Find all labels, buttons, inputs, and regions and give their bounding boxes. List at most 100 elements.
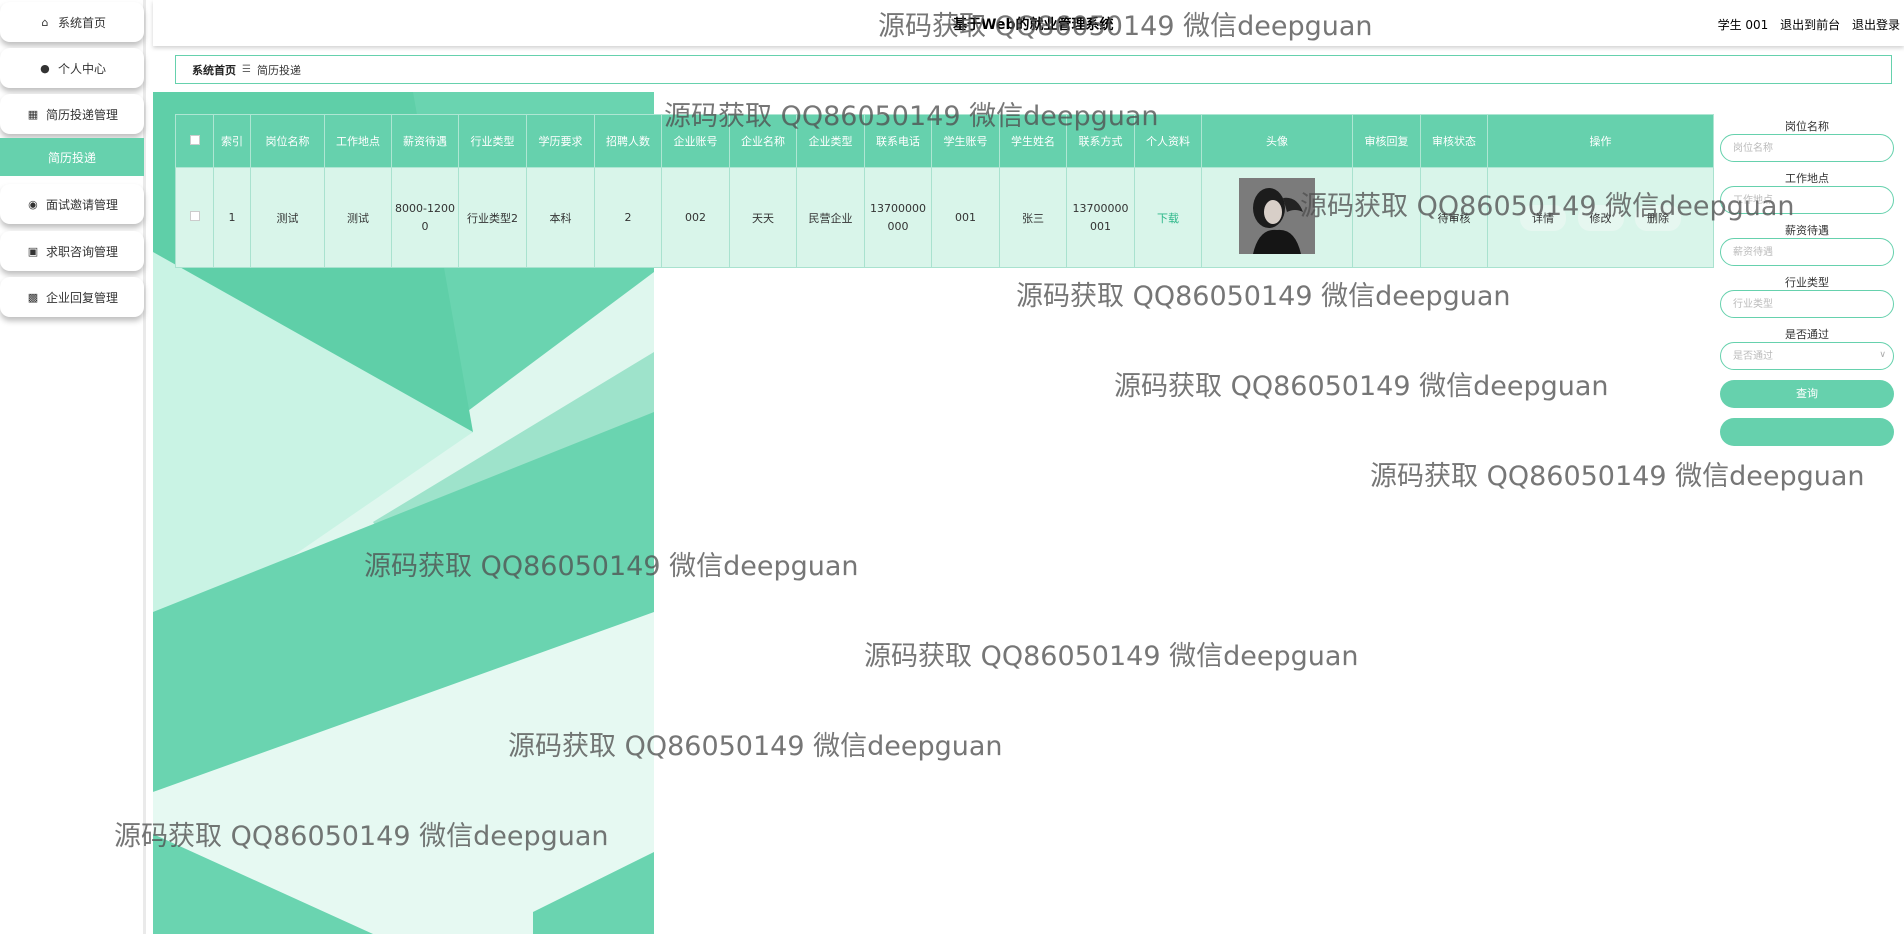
sidebar-item-profile[interactable]: ● 个人中心 (0, 48, 144, 88)
cell-student-name: 张三 (999, 167, 1067, 268)
industry-search-input[interactable] (1720, 290, 1894, 318)
search-label-industry: 行业类型 (1785, 276, 1829, 289)
sidebar-item-label: 面试邀请管理 (45, 197, 118, 212)
sidebar: ⌂ 系统首页 ● 个人中心 ▦ 简历投递管理 简历投递 ◉ 面试邀请管理 ▣ 求… (0, 0, 146, 934)
cell-index: 1 (213, 167, 251, 268)
column-header: 行业类型 (458, 114, 527, 168)
cell-review-status: 待审核 (1420, 167, 1488, 268)
cell-actions: 详情 修改 删除 (1487, 167, 1714, 268)
sidebar-item-resume-submit[interactable]: 简历投递 (0, 138, 144, 176)
sidebar-item-label: 简历投递 (47, 150, 96, 165)
apps-icon: ▣ (27, 244, 39, 258)
cell-phone: 13700000000 (864, 167, 932, 268)
cell-company-name: 天天 (729, 167, 797, 268)
chevron-down-icon: ∨ (1879, 350, 1886, 360)
column-header: 薪资待遇 (391, 114, 459, 168)
sidebar-item-label: 企业回复管理 (45, 290, 118, 305)
search-panel: 岗位名称 工作地点 薪资待遇 行业类型 是否通过 ∨ 查询 (1718, 114, 1896, 446)
column-header: 头像 (1201, 114, 1353, 168)
column-header: 审核状态 (1420, 114, 1488, 168)
edit-button[interactable]: 修改 (1577, 204, 1624, 231)
avatar (1239, 178, 1315, 254)
row-select-cell (175, 167, 214, 268)
cell-location: 测试 (324, 167, 392, 268)
resume-table: 索引 岗位名称 工作地点 薪资待遇 行业类型 学历要求 招聘人数 企业账号 企业… (175, 114, 1714, 268)
cell-contact: 13700000001 (1066, 167, 1135, 268)
watermark-text: 源码获取 QQ86050149 微信deepguan (1016, 281, 1511, 312)
approved-select-input[interactable] (1720, 342, 1894, 370)
column-header: 索引 (213, 114, 251, 168)
building-icon: ▩ (27, 290, 39, 304)
sidebar-item-interview-management[interactable]: ◉ 面试邀请管理 (0, 184, 144, 224)
current-user: 学生 001 (1717, 18, 1769, 32)
column-header: 学生账号 (931, 114, 1000, 168)
cell-education: 本科 (526, 167, 595, 268)
cell-industry: 行业类型2 (458, 167, 527, 268)
user-icon: ● (40, 61, 50, 75)
sidebar-item-consult-management[interactable]: ▣ 求职咨询管理 (0, 231, 144, 271)
detail-button[interactable]: 详情 (1520, 204, 1566, 231)
header-user-area: 学生 001 退出到前台 退出登录 (1710, 16, 1900, 33)
approved-select[interactable]: ∨ (1718, 342, 1896, 370)
sidebar-item-label: 系统首页 (57, 15, 106, 30)
sidebar-item-company-reply[interactable]: ▩ 企业回复管理 (0, 277, 144, 317)
column-header: 企业账号 (661, 114, 730, 168)
watermark-text: 源码获取 QQ86050149 微信deepguan (864, 641, 1359, 672)
pin-icon: ◉ (28, 197, 38, 211)
column-header: 企业类型 (796, 114, 865, 168)
search-label-location: 工作地点 (1785, 172, 1829, 185)
cell-resume: 下载 (1134, 167, 1202, 268)
cell-review-reply (1352, 167, 1421, 268)
breadcrumb-home[interactable]: 系统首页 (192, 62, 236, 78)
watermark-text: 源码获取 QQ86050149 微信deepguan (1114, 371, 1609, 402)
salary-search-input[interactable] (1720, 238, 1894, 266)
sidebar-item-label: 简历投递管理 (45, 107, 118, 122)
select-all-checkbox[interactable] (189, 134, 200, 145)
app-title: 基于Web的就业管理系统 (953, 17, 1114, 33)
sidebar-item-resume-management[interactable]: ▦ 简历投递管理 (0, 94, 144, 134)
back-to-front-link[interactable]: 退出到前台 (1780, 18, 1840, 32)
grid-icon: ▦ (27, 107, 39, 121)
column-header: 岗位名称 (250, 114, 325, 168)
sidebar-item-label: 求职咨询管理 (45, 244, 118, 259)
column-header: 学生姓名 (999, 114, 1067, 168)
search-label-salary: 薪资待遇 (1785, 224, 1829, 237)
cell-salary: 8000-12000 (391, 167, 459, 268)
query-button[interactable]: 查询 (1720, 380, 1894, 408)
column-header: 联系电话 (864, 114, 932, 168)
breadcrumb: 系统首页 ☰ 简历投递 (175, 55, 1892, 84)
top-header: 基于Web的就业管理系统 学生 001 退出到前台 退出登录 (153, 0, 1904, 46)
column-header: 个人资料 (1134, 114, 1202, 168)
sidebar-item-label: 个人中心 (57, 61, 106, 76)
cell-headcount: 2 (594, 167, 662, 268)
logout-link[interactable]: 退出登录 (1852, 18, 1900, 32)
column-header: 操作 (1487, 114, 1714, 168)
table-row: 1 测试 测试 8000-12000 行业类型2 本科 2 002 天天 民营企… (175, 167, 1714, 268)
location-search-input[interactable] (1720, 186, 1894, 214)
column-header: 联系方式 (1066, 114, 1135, 168)
column-header: 学历要求 (526, 114, 595, 168)
cell-student-account: 001 (931, 167, 1000, 268)
search-label-approved: 是否通过 (1785, 328, 1829, 341)
search-label-position: 岗位名称 (1785, 120, 1829, 133)
sidebar-item-home[interactable]: ⌂ 系统首页 (0, 2, 144, 42)
breadcrumb-separator-icon: ☰ (242, 64, 251, 75)
resume-download-link[interactable]: 下载 (1157, 212, 1179, 225)
cell-avatar (1201, 167, 1353, 268)
table-header-row: 索引 岗位名称 工作地点 薪资待遇 行业类型 学历要求 招聘人数 企业账号 企业… (175, 114, 1714, 168)
select-all-header (175, 114, 214, 168)
cell-company-type: 民营企业 (796, 167, 865, 268)
column-header: 招聘人数 (594, 114, 662, 168)
home-icon: ⌂ (41, 15, 49, 29)
watermark-text: 源码获取 QQ86050149 微信deepguan (1370, 461, 1865, 492)
row-checkbox[interactable] (189, 211, 200, 221)
delete-button[interactable]: 删除 (1635, 204, 1681, 231)
cell-position: 测试 (250, 167, 325, 268)
column-header: 企业名称 (729, 114, 797, 168)
position-search-input[interactable] (1720, 134, 1894, 162)
cell-company-account: 002 (661, 167, 730, 268)
secondary-search-button[interactable] (1720, 418, 1894, 446)
column-header: 工作地点 (324, 114, 392, 168)
column-header: 审核回复 (1352, 114, 1421, 168)
breadcrumb-current: 简历投递 (256, 63, 301, 77)
